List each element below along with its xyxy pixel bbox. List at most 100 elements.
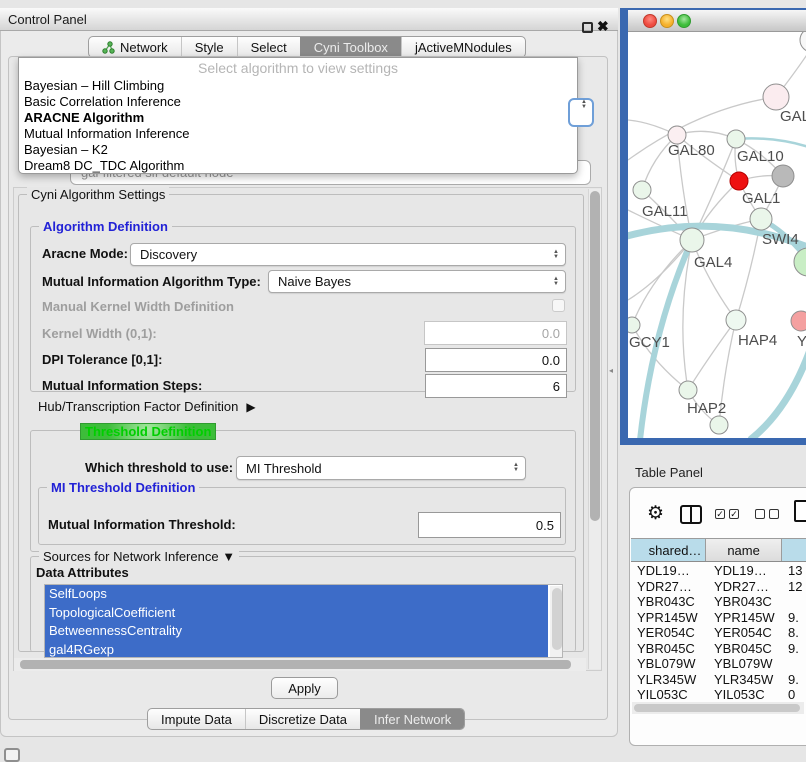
cell-value: 9. (785, 672, 806, 688)
mi-threshold-field[interactable]: 0.5 (418, 512, 561, 538)
table-header: shared… name (631, 538, 806, 562)
table-row[interactable]: YIL053C YIL053C 0 (631, 687, 806, 702)
table-horizontal-scrollbar[interactable] (632, 702, 804, 714)
algorithm-option[interactable]: Dream8 DC_TDC Algorithm (19, 158, 577, 174)
table-row[interactable]: YDR27… YDR27… 12 (631, 579, 806, 595)
manual-kernel-width-checkbox[interactable] (552, 299, 565, 312)
network-node-swi4[interactable] (794, 248, 806, 276)
network-node-edge-top[interactable] (800, 32, 806, 52)
table-row[interactable]: YPR145W YPR145W 9. (631, 610, 806, 626)
column-header-shared-name[interactable]: shared… (631, 539, 706, 561)
which-threshold-combobox[interactable]: MI Threshold ▲▼ (236, 456, 526, 480)
network-node-gray-node[interactable] (772, 165, 794, 187)
tab-discretize-data[interactable]: Discretize Data (245, 709, 360, 729)
new-table-icon[interactable] (794, 500, 806, 522)
control-panel-titlebar[interactable]: Control Panel ✖ (0, 8, 618, 31)
column-view-icon[interactable] (680, 505, 702, 524)
cell-value (785, 594, 806, 610)
algorithm-option[interactable]: Bayesian – Hill Climbing (19, 78, 577, 94)
network-icon (102, 41, 115, 54)
table-row[interactable]: YBL079W YBL079W (631, 656, 806, 672)
cell-value: 9. (785, 641, 806, 657)
list-scrollbar[interactable] (550, 586, 563, 658)
network-node-gal1[interactable] (750, 208, 772, 230)
zoom-window-icon[interactable] (677, 14, 691, 28)
network-node-gal1-red[interactable] (730, 172, 748, 190)
network-node-label: GAL4 (694, 254, 732, 271)
network-node-bottom-node[interactable] (710, 416, 728, 434)
mi-algorithm-type-combobox[interactable]: Naive Bayes ▲▼ (268, 270, 566, 293)
tab-style[interactable]: Style (181, 37, 237, 57)
splitter-collapse-icon[interactable]: ◂ (609, 366, 613, 375)
settings-horizontal-scrollbar[interactable] (14, 658, 586, 671)
aracne-mode-combobox[interactable]: Discovery ▲▼ (130, 243, 566, 266)
tab-cyni-toolbox[interactable]: Cyni Toolbox (300, 37, 401, 57)
aracne-mode-label: Aracne Mode: (42, 246, 128, 261)
mi-threshold-definition-title: MI Threshold Definition (47, 480, 199, 495)
show-columns-icon[interactable]: ✓✓ (715, 509, 739, 519)
table-row[interactable]: YLR345W YLR345W 9. (631, 672, 806, 688)
gear-icon[interactable]: ⚙ (647, 502, 664, 525)
network-node-salmon-node[interactable] (791, 311, 806, 331)
kernel-width-field[interactable]: 0.0 (424, 321, 567, 345)
column-header-next[interactable] (782, 539, 806, 561)
settings-vertical-scrollbar[interactable] (588, 189, 601, 669)
data-attributes-label: Data Attributes (36, 565, 129, 580)
apply-button[interactable]: Apply (271, 677, 338, 699)
cell-shared-name: YPR145W (631, 610, 708, 626)
attribute-list-item[interactable]: BetweennessCentrality (45, 622, 548, 641)
spinner-arrows-icon: ▲▼ (553, 277, 559, 287)
cell-shared-name: YER054C (631, 625, 708, 641)
table-row[interactable]: YER054C YER054C 8. (631, 625, 806, 641)
column-header-name[interactable]: name (706, 539, 781, 561)
cell-shared-name: YDR27… (631, 579, 708, 595)
attribute-list-item[interactable]: SelfLoops (45, 585, 548, 604)
float-panel-icon[interactable] (582, 22, 593, 33)
attribute-list-item[interactable]: TopologicalCoefficient (45, 604, 548, 623)
minimize-window-icon[interactable] (660, 14, 674, 28)
tab-infer-network[interactable]: Infer Network (360, 709, 464, 729)
tab-network[interactable]: Network (89, 37, 181, 57)
table-row[interactable]: YBR043C YBR043C (631, 594, 806, 610)
network-node-hap2[interactable] (679, 381, 697, 399)
mi-steps-field[interactable]: 6 (425, 374, 567, 398)
network-node-gal10[interactable] (727, 130, 745, 148)
network-node-gcy1[interactable] (628, 317, 640, 333)
network-edge (692, 240, 736, 320)
network-canvas-svg: GALGAL80GAL10GAL11GAL1GAL4SWI4GCY1HAP4YH… (628, 32, 806, 438)
tab-jactivemnodules[interactable]: jActiveMNodules (401, 37, 525, 57)
network-node-hap4[interactable] (726, 310, 746, 330)
dpi-tolerance-field[interactable]: 0.0 (425, 348, 567, 372)
hide-columns-icon[interactable] (755, 509, 779, 519)
algorithm-option[interactable]: Mutual Information Inference (19, 126, 577, 142)
hub-definition-toggle[interactable]: Hub/Transcription Factor Definition▶ (38, 399, 256, 414)
cell-name: YER054C (708, 625, 785, 641)
algorithm-option[interactable]: ARACNE Algorithm (19, 110, 577, 126)
tab-impute-data[interactable]: Impute Data (148, 709, 245, 729)
minimized-panel-icon[interactable] (4, 748, 20, 762)
network-window-titlebar[interactable] (628, 10, 806, 32)
manual-kernel-width-label: Manual Kernel Width Definition (42, 299, 234, 314)
mi-steps-label: Mutual Information Steps: (42, 378, 202, 393)
tab-select[interactable]: Select (237, 37, 300, 57)
table-row[interactable]: YDL19… YDL19… 13 (631, 563, 806, 579)
attribute-list-item[interactable]: gal4RGexp (45, 641, 548, 659)
network-node-gal7[interactable] (763, 84, 789, 110)
tab-network-label: Network (120, 40, 168, 55)
table-row[interactable]: YBR045C YBR045C 9. (631, 641, 806, 657)
algorithm-option[interactable]: Basic Correlation Inference (19, 94, 577, 110)
cell-shared-name: YLR345W (631, 672, 708, 688)
close-icon[interactable]: ✖ (597, 18, 609, 35)
cell-value: 8. (785, 625, 806, 641)
algorithm-combobox-fragment[interactable]: ▲▼ (568, 98, 594, 127)
network-canvas[interactable]: GALGAL80GAL10GAL11GAL1GAL4SWI4GCY1HAP4YH… (628, 32, 806, 438)
network-node-label: GAL80 (668, 142, 715, 159)
algorithm-option[interactable]: Bayesian – K2 (19, 142, 577, 158)
application-window: Control Panel ✖ Network Style Select Cyn… (0, 0, 806, 762)
algorithm-definition-title: Algorithm Definition (39, 219, 172, 234)
cell-shared-name: YBR045C (631, 641, 708, 657)
sources-title[interactable]: Sources for Network Inference ▼ (39, 549, 239, 564)
network-node-gal11[interactable] (633, 181, 651, 199)
close-window-icon[interactable] (643, 14, 657, 28)
network-node-gal4[interactable] (680, 228, 704, 252)
